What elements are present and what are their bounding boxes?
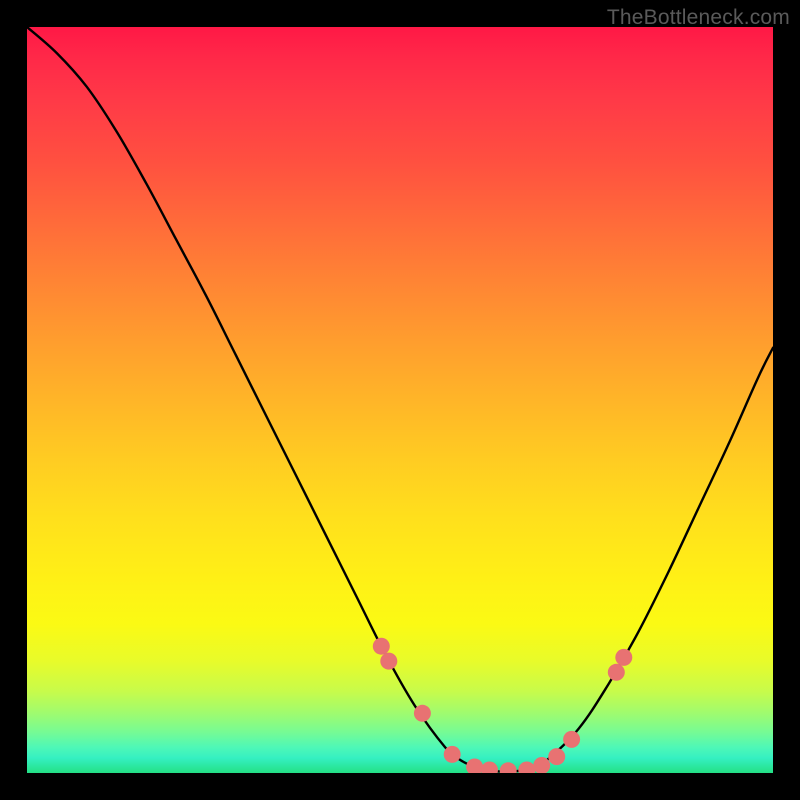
marker-point bbox=[373, 638, 390, 655]
marker-point bbox=[563, 731, 580, 748]
marker-point bbox=[518, 762, 535, 774]
marker-point bbox=[615, 649, 632, 666]
marker-point bbox=[466, 759, 483, 774]
attribution-text: TheBottleneck.com bbox=[607, 6, 790, 30]
highlight-markers bbox=[373, 638, 633, 773]
marker-point bbox=[444, 746, 461, 763]
marker-point bbox=[608, 664, 625, 681]
marker-point bbox=[481, 762, 498, 774]
marker-point bbox=[414, 705, 431, 722]
plot-area bbox=[27, 27, 773, 773]
bottleneck-curve bbox=[27, 27, 773, 772]
marker-point bbox=[548, 748, 565, 765]
marker-point bbox=[500, 762, 517, 773]
curve-line bbox=[27, 27, 773, 772]
chart-svg bbox=[27, 27, 773, 773]
marker-point bbox=[380, 653, 397, 670]
